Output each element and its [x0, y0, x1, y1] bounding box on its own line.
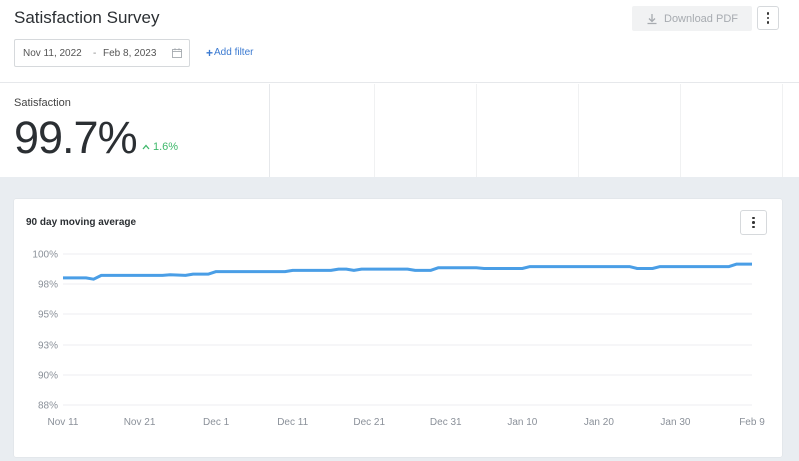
date-end[interactable]: Feb 8, 2023 — [103, 48, 156, 59]
plus-icon: + — [206, 45, 214, 60]
x-tick-label: Jan 10 — [507, 417, 537, 428]
add-filter-link[interactable]: + Add filter — [206, 45, 254, 60]
line-chart: 100% 98% 95% 93% 90% 88% Nov 11 Nov 21 Dec 1 Dec … — [32, 250, 765, 429]
more-vertical-icon — [766, 12, 770, 24]
kpi-delta: 1.6% — [142, 141, 178, 153]
header-more-button[interactable] — [757, 6, 779, 30]
x-tick-label: Nov 21 — [124, 417, 156, 428]
date-separator: - — [93, 48, 97, 59]
download-pdf-label: Download PDF — [664, 12, 738, 25]
page-title: Satisfaction Survey — [14, 8, 160, 27]
kpi-delta-value: 1.6% — [153, 141, 179, 153]
sparkline-area — [271, 84, 799, 177]
x-tick-label: Dec 1 — [203, 417, 230, 428]
y-tick-label: 95% — [38, 310, 58, 321]
y-tick-label: 100% — [32, 250, 58, 261]
add-filter-label: Add filter — [214, 47, 254, 58]
download-icon — [647, 13, 657, 24]
calendar-icon[interactable] — [172, 48, 182, 58]
kpi-value: 99.7% — [14, 112, 138, 163]
x-tick-label: Dec 11 — [277, 417, 308, 428]
date-range-picker[interactable]: Nov 11, 2022 - Feb 8, 2023 — [14, 39, 190, 67]
x-tick-label: Jan 20 — [584, 417, 614, 428]
x-tick-label: Nov 11 — [48, 417, 79, 428]
y-tick-label: 88% — [38, 401, 58, 412]
kpi-panel: Satisfaction 99.7% 1.6% — [0, 84, 270, 177]
chart-card: 90 day moving average 100% 98% 95% 93% 90% 88… — [14, 199, 782, 457]
series-line — [63, 262, 752, 281]
date-start[interactable]: Nov 11, 2022 — [23, 48, 82, 59]
kpi-label: Satisfaction — [14, 97, 71, 109]
x-tick-label: Jan 30 — [660, 417, 690, 428]
download-pdf-button[interactable]: Download PDF — [632, 6, 752, 31]
y-tick-label: 93% — [38, 341, 58, 352]
arrow-up-icon — [142, 144, 150, 150]
page-header: Satisfaction Survey Download PDF Nov 11,… — [0, 0, 799, 83]
y-tick-label: 98% — [38, 280, 58, 291]
x-tick-label: Dec 31 — [430, 417, 462, 428]
y-tick-label: 90% — [38, 371, 58, 382]
x-tick-label: Dec 21 — [353, 417, 385, 428]
x-tick-label: Feb 9 — [739, 417, 765, 428]
